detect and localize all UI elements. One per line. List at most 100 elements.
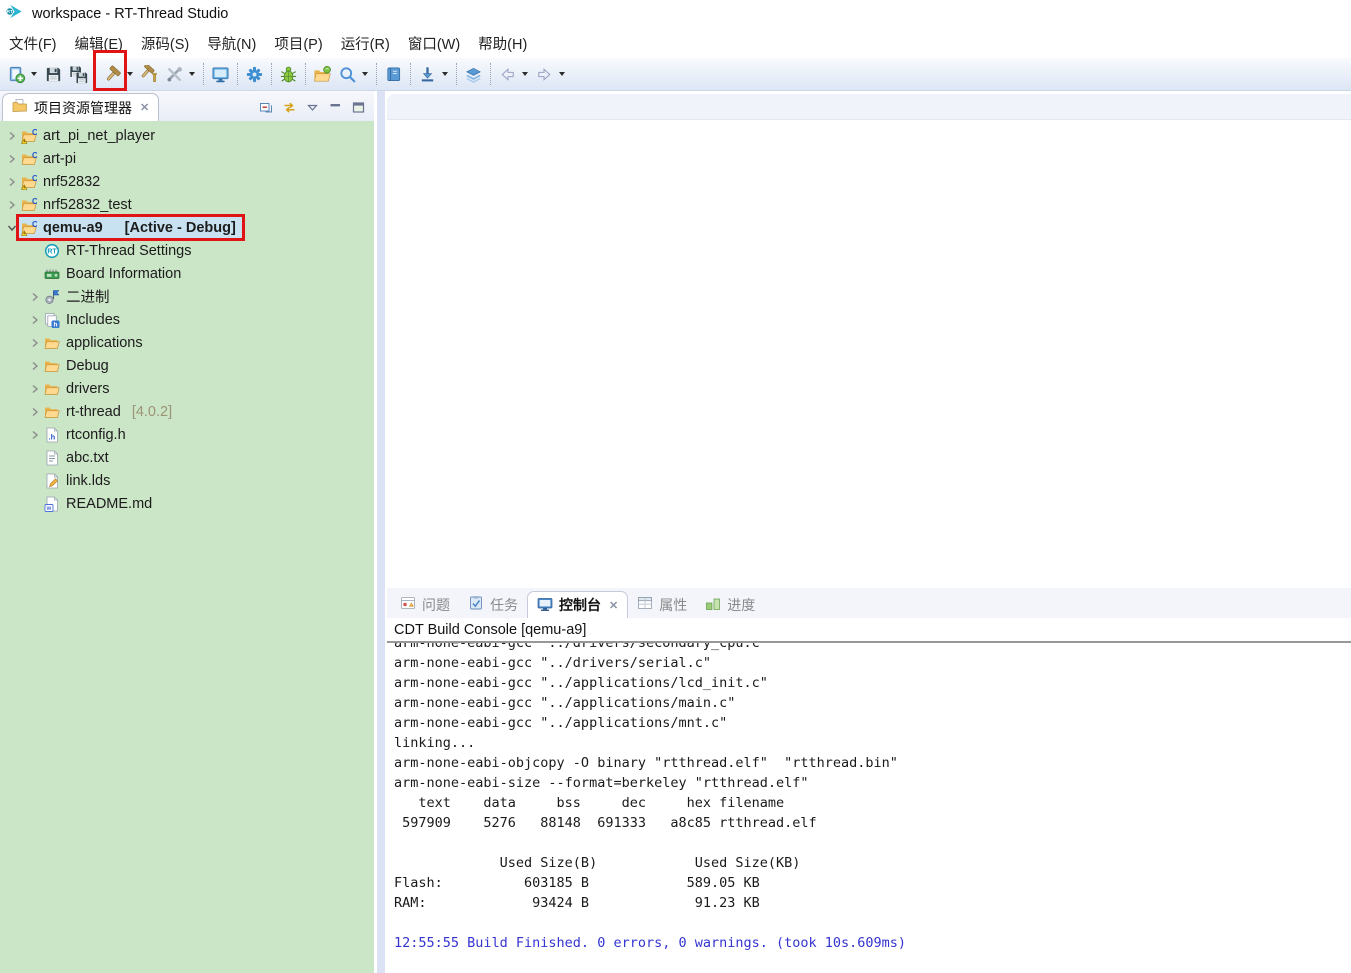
settings-gear-button[interactable]: [242, 61, 267, 87]
c-project-icon: C: [21, 151, 37, 167]
chevron-right-icon[interactable]: [5, 152, 19, 166]
tab-控制台[interactable]: 控制台✕: [527, 591, 628, 618]
tree-item-Debug[interactable]: Debug: [0, 354, 374, 377]
tab-进度[interactable]: 进度: [696, 591, 764, 618]
build-config-button[interactable]: [162, 61, 187, 87]
chevron-right-icon[interactable]: [28, 359, 42, 373]
tab-project-explorer[interactable]: 项目资源管理器 ✕: [2, 93, 159, 121]
chevron-right-icon[interactable]: [28, 382, 42, 396]
back-button[interactable]: [495, 61, 520, 87]
back-dropdown-caret-icon[interactable]: [522, 72, 528, 76]
editor-area[interactable]: [387, 120, 1351, 588]
tree-item-content[interactable]: Debug: [42, 355, 115, 376]
collapse-all-button[interactable]: [259, 100, 274, 115]
tree-item-content[interactable]: link.lds: [42, 470, 116, 491]
tree-item-nrf52832_test[interactable]: Cnrf52832_test: [0, 193, 374, 216]
search-button[interactable]: [335, 61, 360, 87]
tree-item-content[interactable]: 二进制: [42, 286, 116, 307]
tree-item-content[interactable]: Cnrf52832_test: [19, 194, 138, 215]
forward-button[interactable]: [532, 61, 557, 87]
chevron-right-icon[interactable]: [28, 313, 42, 327]
tree-item-content[interactable]: Cnrf52832: [19, 171, 106, 192]
menu-item-1[interactable]: 文件(F): [0, 29, 66, 58]
tree-item-content[interactable]: wREADME.md: [42, 493, 158, 514]
new-wizard-dropdown-caret-icon[interactable]: [31, 72, 37, 76]
tab-属性[interactable]: 属性: [628, 591, 696, 618]
open-run-button[interactable]: [310, 61, 335, 87]
tree-item-content[interactable]: Cart-pi: [19, 148, 82, 169]
tree-item-content[interactable]: applications: [42, 332, 149, 353]
tree-item-drivers[interactable]: drivers: [0, 377, 374, 400]
new-wizard-button[interactable]: [4, 61, 29, 87]
help-book-button[interactable]: [381, 61, 406, 87]
tree-item-art_pi_net_player[interactable]: Cart_pi_net_player: [0, 124, 374, 147]
chevron-right-icon[interactable]: [5, 129, 19, 143]
tree-item--[interactable]: 二进制: [0, 285, 374, 308]
c-project-icon: C: [21, 197, 37, 213]
tree-item-art-pi[interactable]: Cart-pi: [0, 147, 374, 170]
debug-button[interactable]: [276, 61, 301, 87]
tab-任务[interactable]: 任务: [459, 591, 527, 618]
minimize-button[interactable]: [328, 100, 343, 115]
tree-item-applications[interactable]: applications: [0, 331, 374, 354]
tree-item-Board-Information[interactable]: Board Information: [0, 262, 374, 285]
tree-item-label: link.lds: [66, 473, 110, 489]
menu-item-5[interactable]: 项目(P): [265, 29, 331, 58]
close-icon[interactable]: ✕: [607, 599, 618, 612]
menu-item-2[interactable]: 编辑(E): [66, 29, 132, 58]
menu-item-8[interactable]: 帮助(H): [469, 29, 536, 58]
download-button[interactable]: [415, 61, 440, 87]
build-dropdown-caret-icon[interactable]: [127, 72, 133, 76]
tree-item-content[interactable]: .hrtconfig.h: [42, 424, 132, 445]
link-editor-button[interactable]: [282, 100, 297, 115]
close-icon[interactable]: ✕: [138, 101, 149, 114]
tab-问题[interactable]: 问题: [391, 591, 459, 618]
console-line: Flash: 603185 B 589.05 KB: [394, 873, 1351, 893]
build-config-dropdown-caret-icon[interactable]: [189, 72, 195, 76]
maximize-button[interactable]: [351, 100, 366, 115]
tree-item-RT-Thread-Settings[interactable]: RTRT-Thread Settings: [0, 239, 374, 262]
chevron-right-icon[interactable]: [28, 290, 42, 304]
build-button[interactable]: [100, 61, 125, 87]
monitor-button[interactable]: [208, 61, 233, 87]
menu-item-3[interactable]: 源码(S): [132, 29, 198, 58]
menu-item-7[interactable]: 窗口(W): [399, 29, 469, 58]
tree-item-content[interactable]: RTRT-Thread Settings: [42, 240, 197, 261]
tree-item-label: art_pi_net_player: [43, 128, 155, 144]
chevron-right-icon[interactable]: [5, 175, 19, 189]
tree-item-content[interactable]: Cart_pi_net_player: [19, 125, 161, 146]
chevron-down-icon[interactable]: [5, 221, 19, 235]
tree-item-content[interactable]: rt-thread[4.0.2]: [42, 401, 178, 422]
tree-item-nrf52832[interactable]: Cnrf52832: [0, 170, 374, 193]
tree-item-rtconfig-h[interactable]: .hrtconfig.h: [0, 423, 374, 446]
tree-item-content[interactable]: abc.txt: [42, 447, 115, 468]
panel-sash[interactable]: [374, 91, 387, 973]
layers-button[interactable]: [461, 61, 486, 87]
chevron-right-icon[interactable]: [28, 428, 42, 442]
download-dropdown-caret-icon[interactable]: [442, 72, 448, 76]
chevron-right-icon[interactable]: [28, 336, 42, 350]
tree-item-rt-thread[interactable]: rt-thread[4.0.2]: [0, 400, 374, 423]
tree-item-label: rt-thread: [66, 404, 121, 420]
menu-item-6[interactable]: 运行(R): [332, 29, 399, 58]
save-all-button[interactable]: [66, 61, 91, 87]
tree-item-label: README.md: [66, 496, 152, 512]
tree-item-Includes[interactable]: hIncludes: [0, 308, 374, 331]
tree-item-content[interactable]: hIncludes: [42, 309, 126, 330]
save-button[interactable]: [41, 61, 66, 87]
tree-item-link-lds[interactable]: link.lds: [0, 469, 374, 492]
forward-dropdown-caret-icon[interactable]: [559, 72, 565, 76]
menu-item-4[interactable]: 导航(N): [198, 29, 265, 58]
tree-item-content[interactable]: Board Information: [42, 263, 187, 284]
chevron-right-icon[interactable]: [5, 198, 19, 212]
chevron-right-icon[interactable]: [28, 405, 42, 419]
tree-item-abc-txt[interactable]: abc.txt: [0, 446, 374, 469]
tree-item-content[interactable]: drivers: [42, 378, 116, 399]
tree-item-qemu-a9[interactable]: Cqemu-a9[Active - Debug]: [0, 216, 374, 239]
tree-item-README-md[interactable]: wREADME.md: [0, 492, 374, 515]
view-menu-button[interactable]: [305, 100, 320, 115]
build-project-button[interactable]: [137, 61, 162, 87]
console-tab-label: 属性: [659, 595, 687, 615]
tree-item-content[interactable]: Cqemu-a9[Active - Debug]: [19, 217, 242, 238]
search-dropdown-caret-icon[interactable]: [362, 72, 368, 76]
